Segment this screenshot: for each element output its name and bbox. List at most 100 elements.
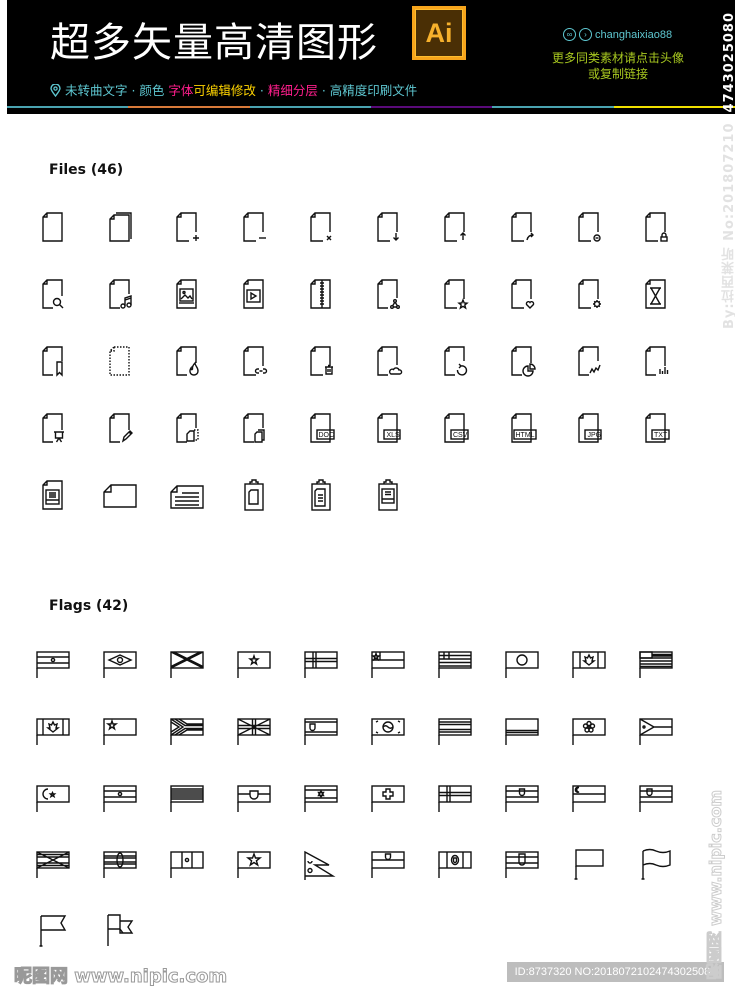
flag-austria-crest-icon[interactable] — [370, 846, 406, 882]
flag-netherlands-stripes-icon[interactable] — [169, 780, 205, 816]
file-audio-icon[interactable] — [102, 276, 138, 312]
flag-south-korea-icon[interactable] — [370, 713, 406, 749]
file-html-icon[interactable]: HTML — [504, 410, 540, 446]
feature-text-4: · — [255, 83, 268, 98]
illustrator-logo: Ai — [412, 6, 466, 60]
flag-portugal-icon[interactable] — [303, 713, 339, 749]
location-pin-icon — [50, 83, 61, 100]
flag-chile-icon[interactable] — [370, 646, 406, 682]
flag-peru-icon[interactable] — [169, 846, 205, 882]
stripe-segment — [370, 106, 493, 108]
author-name[interactable]: changhaixiao88 — [595, 29, 672, 41]
file-remove-icon[interactable] — [236, 209, 272, 245]
file-hourglass-icon[interactable] — [638, 276, 674, 312]
flag-philippines-icon[interactable] — [638, 713, 674, 749]
flag-hong-kong-icon[interactable] — [571, 713, 607, 749]
flag-japan-icon[interactable] — [504, 646, 540, 682]
flag-brazil-icon[interactable] — [102, 646, 138, 682]
flag-morocco-icon[interactable] — [236, 846, 272, 882]
file-landscape-icon[interactable] — [102, 477, 138, 513]
flag-thailand-icon[interactable] — [437, 713, 473, 749]
flag-pennant-double-icon[interactable] — [102, 912, 138, 948]
flag-waving-icon[interactable] — [638, 846, 674, 882]
file-lines-icon[interactable] — [169, 477, 205, 513]
files-icon[interactable] — [102, 209, 138, 245]
file-video-icon[interactable] — [236, 276, 272, 312]
feature-text-2: 字体 — [168, 83, 194, 98]
flag-turkey-icon[interactable] — [35, 780, 71, 816]
flag-canada-alt-icon[interactable] — [35, 713, 71, 749]
file-bookmark-icon[interactable] — [35, 343, 71, 379]
file-download-icon[interactable] — [370, 209, 406, 245]
flag-pennant-icon[interactable] — [35, 912, 71, 948]
file-bar-chart-icon[interactable] — [638, 343, 674, 379]
file-signature-icon[interactable] — [571, 343, 607, 379]
flag-russia-icon[interactable] — [504, 713, 540, 749]
file-settings-icon[interactable] — [571, 276, 607, 312]
flag-slovakia-icon[interactable] — [504, 846, 540, 882]
flag-china-icon[interactable] — [102, 713, 138, 749]
file-jpg-icon[interactable]: JPG — [571, 410, 607, 446]
clipboard-report-icon[interactable] — [370, 477, 406, 513]
promo-line-2: 或复制链接 — [587, 67, 648, 81]
author-info[interactable]: ∞ › changhaixiao88 — [563, 28, 672, 41]
clipboard-file-icon[interactable] — [236, 477, 272, 513]
clipboard-document-icon[interactable] — [303, 477, 339, 513]
flag-greece-icon[interactable] — [437, 646, 473, 682]
file-presentation-icon[interactable] — [35, 410, 71, 446]
flag-usa-icon[interactable] — [638, 646, 674, 682]
flag-india-alt-icon[interactable] — [102, 780, 138, 816]
file-heart-icon[interactable] — [504, 276, 540, 312]
file-upload-icon[interactable] — [437, 209, 473, 245]
flag-uk-icon[interactable] — [236, 713, 272, 749]
flag-nepal-icon[interactable] — [303, 846, 339, 882]
file-refresh-icon[interactable] — [437, 343, 473, 379]
file-dashed-icon[interactable] — [102, 343, 138, 379]
file-delete-icon[interactable] — [303, 209, 339, 245]
file-share-icon[interactable] — [504, 209, 540, 245]
file-cloud-icon[interactable] — [370, 343, 406, 379]
feature-list: 未转曲文字 · 颜色 字体可编辑修改 · 精细分层 · 高精度印刷文件 — [50, 80, 417, 100]
flag-serbia-icon[interactable] — [638, 780, 674, 816]
flag-india-icon[interactable] — [35, 646, 71, 682]
file-network-icon[interactable] — [370, 276, 406, 312]
flag-singapore-icon[interactable] — [571, 780, 607, 816]
file-xls-icon[interactable]: XLS — [370, 410, 406, 446]
stripe-segment — [128, 106, 250, 108]
flag-argentina-icon[interactable] — [437, 846, 473, 882]
file-document-icon[interactable] — [35, 477, 71, 513]
flag-croatia-icon[interactable] — [504, 780, 540, 816]
file-icon[interactable] — [35, 209, 71, 245]
flag-jamaica-alt-icon[interactable] — [35, 846, 71, 882]
file-zip-icon[interactable] — [303, 276, 339, 312]
svg-text:JPG: JPG — [588, 432, 602, 439]
file-copy-icon[interactable] — [236, 410, 272, 446]
flag-kenya-icon[interactable] — [102, 846, 138, 882]
file-lock-icon[interactable] — [638, 209, 674, 245]
flag-vietnam-icon[interactable] — [236, 646, 272, 682]
file-fire-icon[interactable] — [169, 343, 205, 379]
flag-jamaica-icon[interactable] — [169, 646, 205, 682]
chevron-right-icon: › — [579, 28, 592, 41]
flag-norway-icon[interactable] — [303, 646, 339, 682]
file-doc-icon[interactable]: DOC — [303, 410, 339, 446]
flag-spain-icon[interactable] — [236, 780, 272, 816]
file-add-icon[interactable] — [169, 209, 205, 245]
file-minus-icon[interactable] — [571, 209, 607, 245]
flag-switzerland-icon[interactable] — [370, 780, 406, 816]
file-trash-icon[interactable] — [303, 343, 339, 379]
flag-generic-icon[interactable] — [571, 846, 607, 882]
flag-canada-icon[interactable] — [571, 646, 607, 682]
flag-south-africa-icon[interactable] — [169, 713, 205, 749]
file-csv-icon[interactable]: CSV — [437, 410, 473, 446]
flag-israel-icon[interactable] — [303, 780, 339, 816]
file-image-icon[interactable] — [169, 276, 205, 312]
file-edit-icon[interactable] — [102, 410, 138, 446]
file-star-icon[interactable] — [437, 276, 473, 312]
file-search-icon[interactable] — [35, 276, 71, 312]
file-link-icon[interactable] — [236, 343, 272, 379]
file-txt-icon[interactable]: TXT — [638, 410, 674, 446]
flag-iceland-icon[interactable] — [437, 780, 473, 816]
file-copy-dashed-icon[interactable] — [169, 410, 205, 446]
file-chart-pie-icon[interactable] — [504, 343, 540, 379]
